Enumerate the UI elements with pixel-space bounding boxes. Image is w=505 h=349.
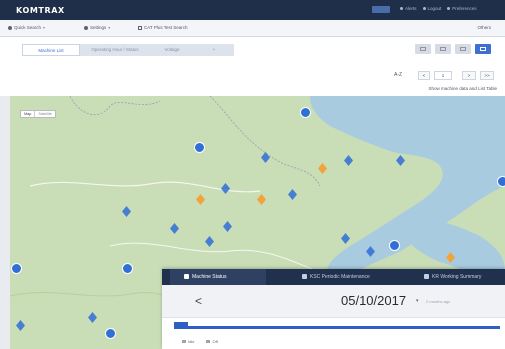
machine-marker-icon[interactable] (87, 312, 98, 323)
tab-machine-status[interactable]: Machine Status (170, 269, 266, 285)
timeline-legend: Idle Off (182, 339, 218, 344)
user-badge[interactable] (372, 6, 390, 13)
grid-view-button[interactable] (415, 44, 431, 54)
map-link-row: Show machine data and List Table (0, 83, 505, 96)
folder-icon (138, 25, 142, 30)
filter-bar: Quick Search ▾ Settings ▾ CAT Plus Test … (0, 20, 505, 37)
pager: A-Z < 1 > >> (0, 69, 505, 83)
cluster-marker-icon[interactable] (300, 107, 311, 118)
machine-marker-icon[interactable] (365, 246, 376, 257)
tab-periodic-maintenance[interactable]: KSC Periodic Maintenance (302, 269, 412, 285)
table-icon (460, 47, 466, 51)
top-navigation-bar: KOMTRAX Alerts Logout Preferences (0, 0, 505, 20)
machine-marker-icon[interactable] (204, 236, 215, 247)
wrench-icon (302, 274, 307, 280)
tab-voltage[interactable]: Voltage (150, 44, 194, 56)
machine-marker-icon[interactable] (445, 252, 456, 263)
prev-date-button[interactable]: < (195, 294, 202, 308)
machine-marker-icon[interactable] (260, 152, 271, 163)
cluster-marker-icon[interactable] (389, 240, 400, 251)
top-link-logout[interactable]: Logout (422, 6, 441, 11)
legend-off: Off (206, 339, 218, 344)
table-view-button[interactable] (455, 44, 471, 54)
search-icon (8, 25, 12, 30)
show-machine-data-link[interactable]: Show machine data and List Table (429, 86, 497, 91)
machine-marker-icon[interactable] (256, 194, 267, 205)
chevron-down-icon: ▾ (108, 25, 111, 30)
logout-icon (422, 7, 426, 10)
machine-marker-icon[interactable] (15, 320, 26, 331)
map-view-button[interactable] (475, 44, 491, 54)
tab-strip: Machine List Operating Hour / Status Vol… (22, 44, 234, 56)
timeline-track (174, 326, 500, 329)
cluster-marker-icon[interactable] (194, 142, 205, 153)
tab-operating-hour-status[interactable]: Operating Hour / Status (80, 44, 150, 56)
map-type-toggle[interactable]: Map Satellite (20, 110, 56, 118)
prev-page-button[interactable]: < (418, 71, 430, 80)
quick-search-button[interactable]: Quick Search ▾ (8, 25, 45, 30)
sort-toggle[interactable]: A-Z (394, 72, 402, 78)
date-relative-label: 2 months ago (426, 299, 451, 304)
cluster-marker-icon[interactable] (122, 263, 133, 274)
panel-tab-bar: Machine Status KSC Periodic Maintenance … (162, 269, 505, 285)
cluster-marker-icon[interactable] (497, 176, 505, 187)
machine-icon (184, 274, 189, 280)
machine-detail-panel: Machine Status KSC Periodic Maintenance … (162, 269, 505, 349)
chevron-down-icon: ▾ (43, 25, 46, 30)
page-number-input[interactable]: 1 (434, 71, 452, 80)
tab-add[interactable]: + (194, 44, 234, 56)
tab-bar: Machine List Operating Hour / Status Vol… (0, 37, 505, 69)
list-icon (440, 47, 446, 51)
legend-swatch (206, 340, 211, 343)
bell-icon (400, 7, 403, 10)
summary-icon (424, 274, 429, 280)
timeline-fill (174, 326, 500, 329)
selected-date[interactable]: 05/10/2017 (341, 293, 406, 308)
top-link-alerts[interactable]: Alerts (400, 6, 417, 11)
machine-marker-icon[interactable] (169, 223, 180, 234)
top-link-preferences[interactable]: Preferences (447, 6, 477, 11)
app-logo: KOMTRAX (16, 6, 65, 15)
border-line (69, 96, 161, 116)
next-page-button[interactable]: > (462, 71, 476, 80)
map-type-satellite[interactable]: Satellite (34, 111, 55, 117)
machine-marker-icon[interactable] (195, 194, 206, 205)
list-view-button[interactable] (435, 44, 451, 54)
date-bar: < 05/10/2017 ▾ 2 months ago (162, 285, 505, 318)
cluster-marker-icon[interactable] (105, 328, 116, 339)
others-menu[interactable]: Others (477, 25, 491, 30)
saved-search-chip[interactable]: CAT Plus Test Search (138, 25, 188, 30)
chevron-down-icon[interactable]: ▾ (416, 298, 419, 304)
map-icon (480, 47, 486, 51)
grid-icon (420, 47, 426, 51)
machine-marker-icon[interactable] (121, 206, 132, 217)
gear-icon (84, 25, 88, 30)
cluster-marker-icon[interactable] (11, 263, 22, 274)
last-page-button[interactable]: >> (480, 71, 494, 80)
machine-marker-icon[interactable] (287, 189, 298, 200)
user-icon (447, 7, 451, 10)
machine-marker-icon[interactable] (220, 183, 231, 194)
machine-marker-icon[interactable] (317, 163, 328, 174)
tab-working-summary[interactable]: KR Working Summary (424, 269, 504, 285)
map-type-map[interactable]: Map (21, 111, 34, 117)
legend-swatch (182, 340, 186, 343)
top-links: Alerts Logout Preferences (400, 6, 477, 11)
machine-marker-icon[interactable] (343, 155, 354, 166)
view-toggle-group (415, 44, 491, 54)
legend-idle: Idle (182, 339, 194, 344)
settings-dropdown[interactable]: Settings ▾ (84, 25, 110, 30)
tab-machine-list[interactable]: Machine List (22, 44, 80, 56)
machine-marker-icon[interactable] (222, 221, 233, 232)
machine-marker-icon[interactable] (340, 233, 351, 244)
machine-marker-icon[interactable] (395, 155, 406, 166)
